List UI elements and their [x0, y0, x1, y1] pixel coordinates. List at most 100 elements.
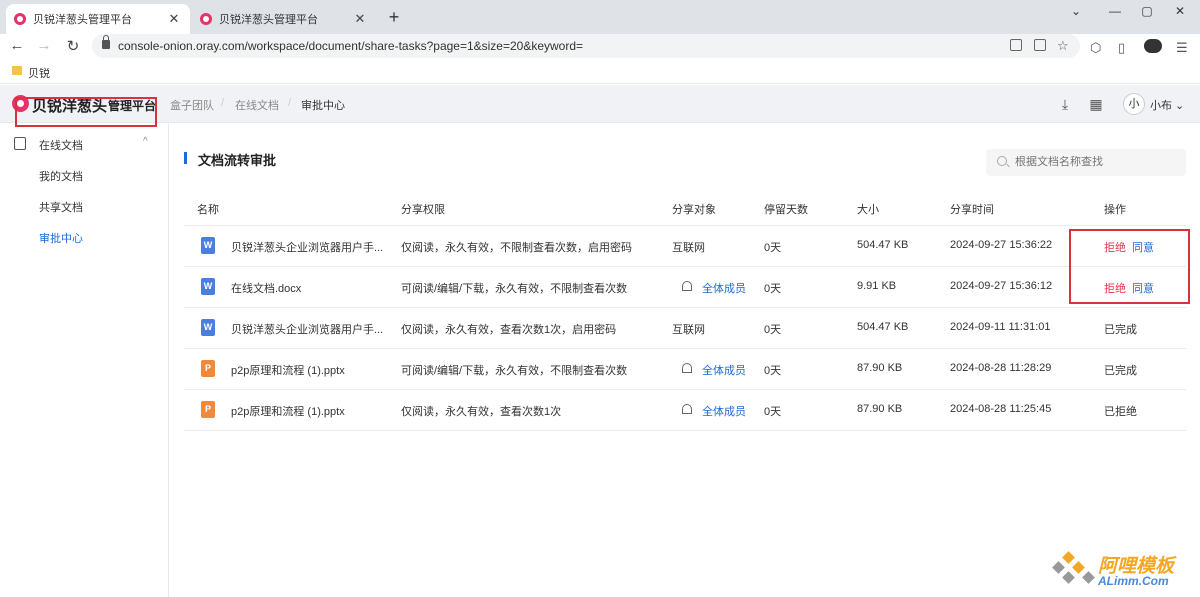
tab-search-chevron-icon[interactable]: ⌄ [1062, 4, 1090, 18]
file-size: 504.47 KB [857, 321, 909, 333]
table-row: W 贝锐洋葱头企业浏览器用户手... 仅阅读，永久有效，查看次数1次，启用密码 互联网… [184, 308, 1186, 349]
stay-days: 0天 [764, 406, 782, 418]
stay-days: 0天 [764, 283, 782, 295]
breadcrumb-separator: / [288, 97, 292, 109]
team-icon [682, 363, 692, 373]
sidebar-group-label: 在线文档 [39, 140, 83, 152]
reload-button[interactable]: ↻ [63, 37, 83, 55]
address-bar-row: ← → ↻ console-onion.oray.com/workspace/d… [0, 34, 1200, 60]
share-permission: 仅阅读，永久有效，查看次数1次 [401, 406, 562, 418]
lock-icon [102, 35, 110, 49]
share-time: 2024-08-28 11:28:29 [950, 362, 1052, 374]
folder-icon [12, 66, 22, 75]
tab-title: 贝锐洋葱头管理平台 [219, 14, 318, 26]
watermark-logo-icon [1072, 561, 1085, 574]
table-row: Pp2p原理和流程 (1).pptx 可阅读/编辑/下载，永久有效，不限制查看次数… [184, 349, 1186, 390]
file-name[interactable]: 在线文档.docx [231, 280, 301, 296]
site-favicon-icon [14, 13, 26, 25]
file-name[interactable]: 贝锐洋葱头企业浏览器用户手... [231, 239, 383, 255]
highlight-box [1069, 229, 1190, 304]
maximize-button[interactable]: ▢ [1133, 4, 1161, 18]
apps-grid-icon[interactable]: ▦ [1088, 96, 1104, 112]
watermark-logo-icon [1082, 571, 1095, 584]
share-time: 2024-09-11 11:31:01 [950, 321, 1051, 333]
search-icon [997, 156, 1007, 166]
share-time: 2024-09-27 15:36:22 [950, 239, 1053, 251]
app-header: 贝锐洋葱头 管理平台 盒子团队 / 在线文档 / 审批中心 ⤓ ▦ 小 小布 ⌄ [0, 85, 1200, 123]
search-input[interactable] [1015, 156, 1175, 168]
share-target-link[interactable]: 全体成员 [702, 280, 746, 296]
bookmarks-bar: 贝锐 [0, 60, 1200, 84]
forward-button[interactable]: → [34, 37, 54, 54]
watermark-logo-icon [1062, 571, 1075, 584]
site-favicon-icon [200, 13, 212, 25]
file-name[interactable]: p2p原理和流程 (1).pptx [231, 362, 345, 378]
breadcrumb-item[interactable]: 盒子团队 [170, 97, 214, 113]
document-icon [14, 137, 26, 150]
bookmark-label[interactable]: 贝锐 [28, 65, 50, 81]
breadcrumb-separator: / [221, 97, 225, 109]
file-size: 87.90 KB [857, 403, 903, 415]
ppt-file-icon: P [201, 360, 215, 377]
file-size: 9.91 KB [857, 280, 897, 292]
browser-tab-2[interactable]: 贝锐洋葱头管理平台 ✕ [192, 4, 376, 34]
avatar[interactable]: 小 [1123, 93, 1145, 115]
sidebar-item-shared-docs[interactable]: 共享文档 [39, 199, 83, 215]
column-header-permission: 分享权限 [401, 204, 445, 216]
column-header-share-time: 分享时间 [950, 204, 994, 216]
sidebar-item-my-docs[interactable]: 我的文档 [39, 168, 83, 184]
column-header-target: 分享对象 [672, 204, 716, 216]
search-box[interactable] [986, 149, 1186, 176]
share-permission: 仅阅读，永久有效，查看次数1次，启用密码 [401, 324, 617, 336]
share-target: 互联网 [672, 324, 705, 336]
watermark: 阿哩模板 ALimm.Com [1046, 547, 1200, 597]
word-file-icon: W [201, 237, 215, 254]
watermark-subtext: ALimm.Com [1098, 574, 1169, 588]
sidebar: 在线文档 ^ 我的文档 共享文档 审批中心 [0, 124, 169, 597]
menu-icon[interactable]: ☰ [1176, 40, 1188, 56]
download-icon[interactable]: ⤓ [1057, 96, 1073, 112]
word-file-icon: W [201, 319, 215, 336]
open-external-icon[interactable] [1010, 39, 1022, 51]
file-name[interactable]: p2p原理和流程 (1).pptx [231, 403, 345, 419]
main-content: 文档流转审批 名称 分享权限 分享对象 停留天数 大小 分享时间 操作 W 贝锐洋… [170, 124, 1200, 597]
status-text: 已拒绝 [1104, 406, 1137, 418]
extensions-icon[interactable]: ⬡ [1090, 40, 1101, 56]
sidebar-icon[interactable]: ▯ [1118, 40, 1125, 56]
username-dropdown[interactable]: 小布 ⌄ [1150, 97, 1184, 113]
stay-days: 0天 [764, 242, 782, 254]
breadcrumb-current: 审批中心 [301, 100, 345, 112]
star-icon[interactable]: ☆ [1057, 38, 1069, 54]
column-header-size: 大小 [857, 204, 879, 216]
username: 小布 [1150, 100, 1172, 112]
stay-days: 0天 [764, 324, 782, 336]
page-title: 文档流转审批 [198, 153, 277, 168]
team-icon [682, 281, 692, 291]
file-size: 504.47 KB [857, 239, 909, 251]
share-time: 2024-09-27 15:36:12 [950, 280, 1053, 292]
sidebar-item-approval-center[interactable]: 审批中心 [39, 230, 83, 246]
window-close-button[interactable]: ✕ [1166, 4, 1194, 18]
breadcrumb-item[interactable]: 在线文档 [235, 97, 279, 113]
table-row: W 贝锐洋葱头企业浏览器用户手... 仅阅读，永久有效，不限制查看次数，启用密码 互联… [184, 226, 1186, 267]
new-tab-button[interactable]: + [384, 7, 404, 28]
close-icon[interactable]: ✕ [352, 11, 368, 27]
minimize-button[interactable]: — [1101, 4, 1129, 18]
share-permission: 可阅读/编辑/下载，永久有效，不限制查看次数 [401, 365, 628, 377]
share-target-link[interactable]: 全体成员 [702, 362, 746, 378]
tab-title: 贝锐洋葱头管理平台 [33, 14, 132, 26]
share-target-link[interactable]: 全体成员 [702, 403, 746, 419]
profile-avatar-icon[interactable] [1144, 39, 1162, 53]
column-header-days: 停留天数 [764, 204, 808, 216]
reader-icon[interactable] [1034, 39, 1046, 51]
close-icon[interactable]: ✕ [166, 11, 182, 27]
address-bar[interactable]: console-onion.oray.com/workspace/documen… [92, 34, 1080, 58]
title-accent-bar [184, 152, 187, 164]
sidebar-group-online-docs[interactable]: 在线文档 ^ [14, 136, 159, 154]
chevron-up-icon: ^ [143, 136, 148, 147]
browser-tab-1[interactable]: 贝锐洋葱头管理平台 ✕ [6, 4, 190, 34]
file-name[interactable]: 贝锐洋葱头企业浏览器用户手... [231, 321, 383, 337]
share-target: 互联网 [672, 242, 705, 254]
back-button[interactable]: ← [7, 37, 27, 54]
column-header-action: 操作 [1104, 204, 1126, 216]
